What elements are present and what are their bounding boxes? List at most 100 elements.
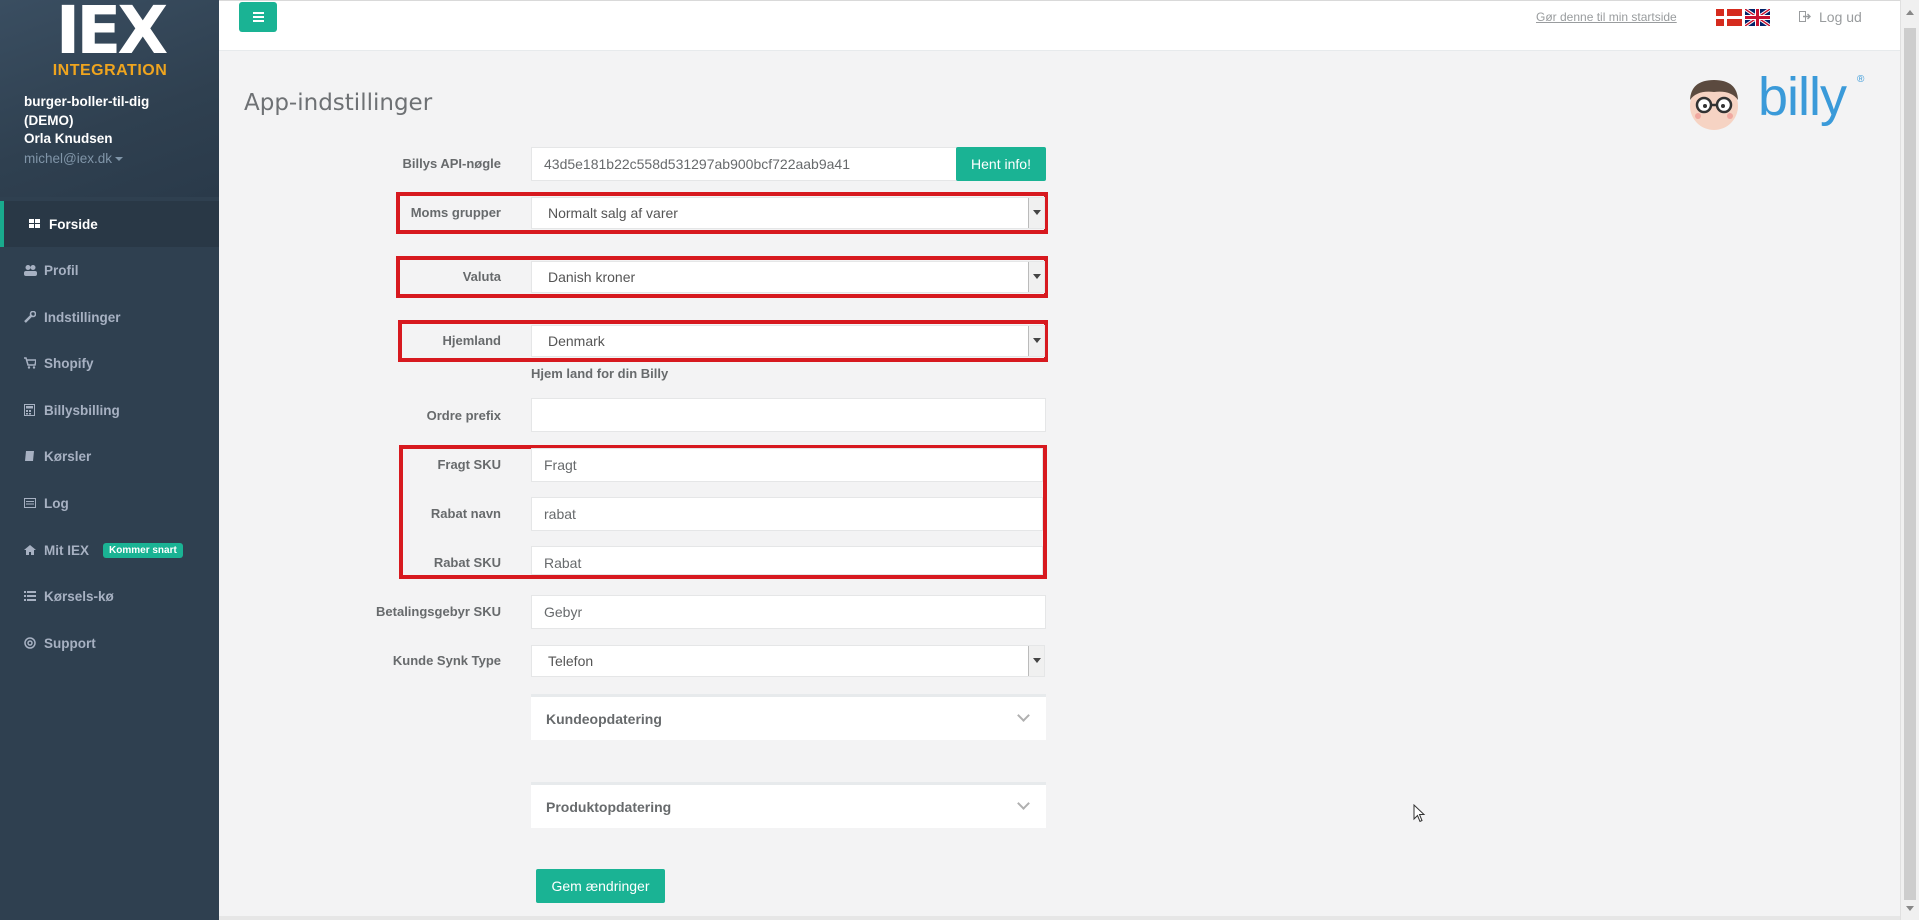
- horizontal-scrollbar[interactable]: [219, 916, 1900, 920]
- produktopdatering-panel[interactable]: Produktopdatering: [531, 782, 1046, 828]
- lifebuoy-icon: [24, 637, 36, 649]
- calculator-icon: [24, 404, 36, 416]
- scrollbar-thumb[interactable]: [1904, 28, 1916, 900]
- scroll-down-icon[interactable]: [1906, 906, 1914, 911]
- sidebar-item-support[interactable]: Support: [0, 620, 219, 666]
- vertical-scrollbar[interactable]: [1900, 0, 1919, 920]
- scroll-up-icon[interactable]: [1906, 10, 1914, 15]
- fragt-sku-input[interactable]: Fragt: [531, 448, 1043, 482]
- chevron-down-icon: [1028, 326, 1044, 356]
- billy-brand-text: billy: [1758, 67, 1847, 127]
- book-icon: [24, 450, 36, 462]
- betalingsgebyr-input[interactable]: Gebyr: [531, 595, 1046, 629]
- sidebar-item-label: Log: [44, 495, 69, 511]
- valuta-value: Danish kroner: [548, 269, 636, 285]
- sidebar: IEX INTEGRATION burger-boller-til-dig (D…: [0, 0, 219, 920]
- list-icon: [24, 590, 36, 602]
- chevron-down-icon: [1028, 198, 1044, 228]
- logo-main-text: IEX: [55, 0, 169, 69]
- user-name: Orla Knudsen: [24, 131, 113, 146]
- hjemland-help-text: Hjem land for din Billy: [531, 366, 669, 381]
- caret-down-icon: [114, 157, 123, 162]
- profile-panel: IEX INTEGRATION burger-boller-til-dig (D…: [0, 0, 219, 197]
- sidebar-item-indstillinger[interactable]: Indstillinger: [0, 294, 219, 340]
- cart-icon: [24, 357, 37, 369]
- uk-flag-icon[interactable]: [1744, 7, 1771, 28]
- rabat-sku-label: Rabat SKU: [433, 555, 501, 570]
- sidebar-item-forside[interactable]: Forside: [0, 201, 219, 247]
- page-title: App-indstillinger: [244, 90, 433, 116]
- api-key-label: Billys API-nøgle: [402, 156, 501, 171]
- sidebar-item-label: Mit IEX: [44, 542, 90, 558]
- sidebar-item-profil[interactable]: Profil: [0, 247, 219, 293]
- sidebar-item-korsler[interactable]: Kørsler: [0, 433, 219, 479]
- dashboard-icon: [29, 218, 41, 230]
- chevron-down-icon[interactable]: [1017, 709, 1030, 722]
- sidebar-item-label: Billysbilling: [44, 402, 120, 418]
- home-icon: [24, 544, 36, 556]
- logout-link[interactable]: Log ud: [1799, 9, 1862, 25]
- logout-label: Log ud: [1819, 9, 1862, 25]
- sidebar-item-korsels-ko[interactable]: Kørsels-kø: [0, 573, 219, 619]
- save-button[interactable]: Gem ændringer: [536, 869, 665, 903]
- hamburger-line: [252, 20, 264, 22]
- sidebar-item-label: Kørsler: [44, 448, 92, 464]
- sidebar-item-label: Forside: [49, 216, 98, 232]
- hjemland-label: Hjemland: [442, 333, 501, 348]
- valuta-label: Valuta: [462, 269, 501, 284]
- logo-sub-text: INTEGRATION: [52, 62, 168, 79]
- api-key-input[interactable]: 43d5e181b22c558d531297ab900bcf722aab9a41: [531, 147, 957, 181]
- billy-logo: billy ®: [1683, 67, 1868, 132]
- sidebar-item-billysbilling[interactable]: Billysbilling: [0, 387, 219, 433]
- sidebar-item-label: Shopify: [44, 355, 94, 371]
- iex-logo[interactable]: IEX INTEGRATION: [40, 0, 180, 80]
- moms-select[interactable]: Normalt salg af varer: [531, 197, 1045, 229]
- kunde-synk-select[interactable]: Telefon: [531, 645, 1045, 677]
- menu-toggle-button[interactable]: [239, 2, 277, 32]
- rabat-navn-label: Rabat navn: [430, 506, 501, 521]
- user-email-dropdown[interactable]: michel@iex.dk: [24, 150, 123, 167]
- panel-title: Kundeopdatering: [546, 711, 662, 727]
- hamburger-line: [252, 16, 264, 18]
- rabat-navn-input[interactable]: rabat: [531, 497, 1043, 531]
- rabat-sku-input[interactable]: Rabat: [531, 546, 1043, 575]
- billy-mascot-icon: [1690, 80, 1738, 130]
- company-demo-tag: (DEMO): [24, 113, 74, 128]
- mouse-cursor-icon: [1413, 803, 1427, 827]
- list-alt-icon: [24, 497, 36, 509]
- fragt-sku-label: Fragt SKU: [437, 457, 501, 472]
- betalingsgebyr-label: Betalingsgebyr SKU: [376, 604, 501, 619]
- users-icon: [24, 264, 37, 276]
- danish-flag-icon[interactable]: [1716, 9, 1742, 26]
- ordre-prefix-input[interactable]: [531, 398, 1046, 432]
- kunde-synk-value: Telefon: [548, 653, 594, 669]
- sidebar-item-label: Support: [44, 635, 96, 651]
- kunde-synk-label: Kunde Synk Type: [392, 653, 501, 668]
- fetch-info-button[interactable]: Hent info!: [956, 147, 1046, 181]
- moms-value: Normalt salg af varer: [548, 205, 678, 221]
- kundeopdatering-panel[interactable]: Kundeopdatering: [531, 694, 1046, 740]
- panel-title: Produktopdatering: [546, 799, 672, 815]
- company-name: burger-boller-til-dig: [24, 94, 150, 109]
- user-email: michel@iex.dk: [24, 151, 112, 166]
- sidebar-item-log[interactable]: Log: [0, 480, 219, 526]
- chevron-down-icon: [1028, 262, 1044, 292]
- hamburger-icon: [252, 12, 264, 14]
- sidebar-item-mit-iex[interactable]: Mit IEX Kommer snart: [0, 527, 219, 573]
- coming-soon-badge: Kommer snart: [103, 542, 183, 558]
- set-startpage-link[interactable]: Gør denne til min startside: [1536, 10, 1677, 24]
- sidebar-item-shopify[interactable]: Shopify: [0, 340, 219, 386]
- hjemland-value: Denmark: [548, 333, 605, 349]
- valuta-select[interactable]: Danish kroner: [531, 261, 1045, 293]
- ordre-prefix-label: Ordre prefix: [426, 408, 501, 423]
- sidebar-item-label: Kørsels-kø: [44, 588, 114, 604]
- chevron-down-icon[interactable]: [1017, 797, 1030, 810]
- registered-mark: ®: [1857, 74, 1865, 85]
- wrench-icon: [24, 310, 37, 323]
- moms-label: Moms grupper: [410, 205, 501, 220]
- sign-out-icon: [1799, 9, 1811, 25]
- chevron-down-icon: [1028, 646, 1044, 676]
- sidebar-item-label: Profil: [44, 262, 79, 278]
- hjemland-select[interactable]: Denmark: [531, 325, 1045, 357]
- top-navbar: Gør denne til min startside Log ud: [219, 0, 1900, 51]
